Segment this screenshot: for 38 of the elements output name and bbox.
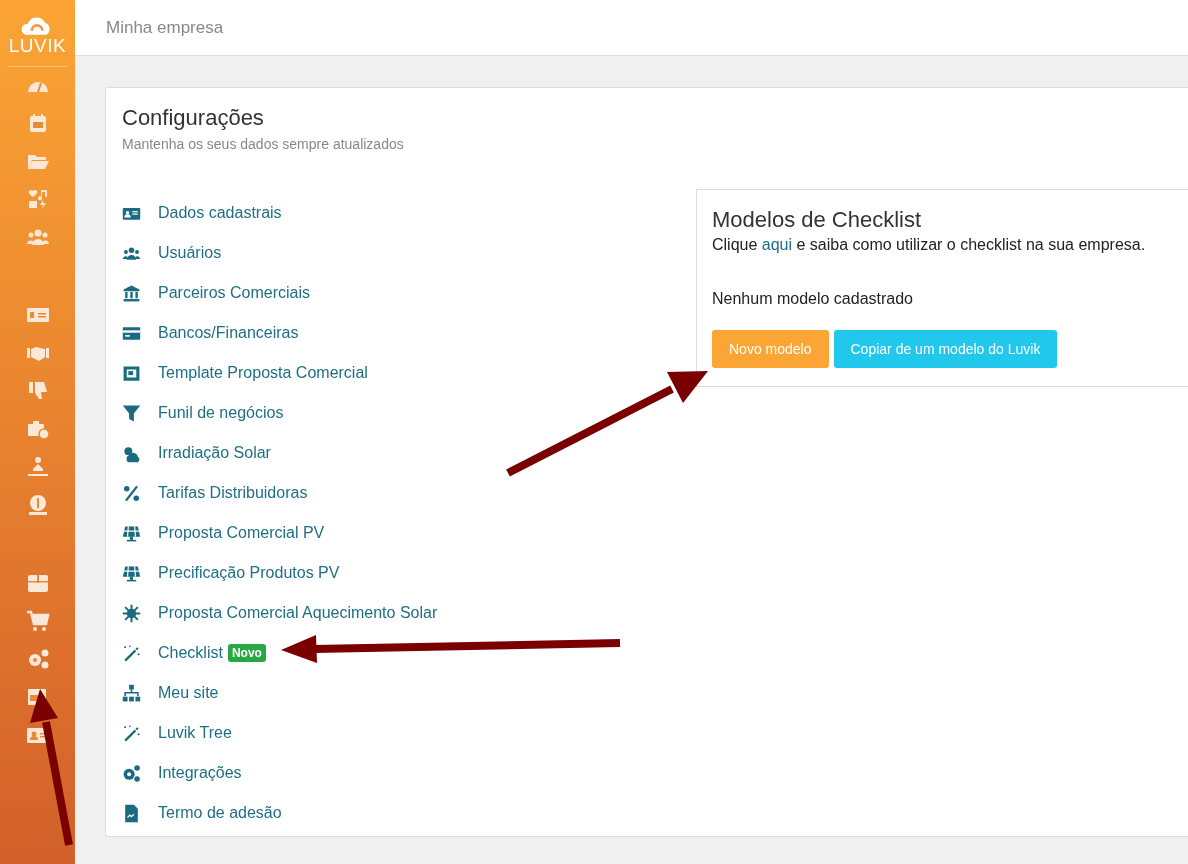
settings-link[interactable]: Proposta Comercial Aquecimento Solar: [158, 604, 438, 622]
solar-panel-icon: [122, 563, 141, 583]
settings-link[interactable]: Dados cadastrais: [158, 204, 282, 222]
settings-link[interactable]: Funil de negócios: [158, 404, 284, 422]
page-title: Minha empresa: [106, 17, 224, 38]
empty-message: Nenhum modelo cadastrado: [712, 290, 914, 308]
settings-link[interactable]: Template Proposta Comercial: [158, 364, 368, 382]
sun-icon: [122, 603, 141, 623]
settings-link[interactable]: Proposta Comercial PV: [158, 524, 325, 542]
cart-icon[interactable]: [25, 609, 50, 633]
settings-link[interactable]: Bancos/Financeiras: [158, 324, 299, 342]
frame-icon: [122, 363, 141, 383]
logo-text: LUVIK: [8, 36, 67, 56]
settings-link[interactable]: Tarifas Distribuidoras: [158, 484, 308, 502]
settings-link[interactable]: Meu site: [158, 684, 219, 702]
document-icon: [122, 803, 141, 823]
settings-link[interactable]: Checklist: [158, 644, 223, 662]
settings-link[interactable]: Usuários: [158, 244, 222, 262]
magic-wand-icon: [122, 723, 141, 743]
settings-link[interactable]: Parceiros Comerciais: [158, 284, 311, 302]
help-link[interactable]: aqui: [761, 236, 793, 253]
presenter-icon[interactable]: [25, 455, 50, 479]
panel-title: Modelos de Checklist: [712, 207, 923, 233]
new-badge: Novo: [227, 644, 266, 662]
filter-icon: [122, 403, 141, 423]
settings-link[interactable]: Termo de adesão: [158, 804, 282, 822]
settings-link[interactable]: Irradiação Solar: [158, 444, 271, 462]
card-subtitle: Mantenha os seus dados sempre atualizados: [122, 136, 405, 152]
settings-link[interactable]: Luvik Tree: [158, 724, 232, 742]
sitemap-icon: [122, 683, 141, 703]
settings-link[interactable]: Precificação Produtos PV: [158, 564, 340, 582]
solar-panel-icon: [122, 523, 141, 543]
magic-wand-icon: [122, 643, 141, 663]
settings-link[interactable]: Integrações: [158, 764, 242, 782]
card-title: Configurações: [122, 105, 265, 131]
bank-icon: [122, 283, 141, 303]
percent-icon: [122, 483, 141, 503]
help-text: Clique aqui e saiba como utilizar o checklist na sua empresa.: [712, 236, 1147, 254]
